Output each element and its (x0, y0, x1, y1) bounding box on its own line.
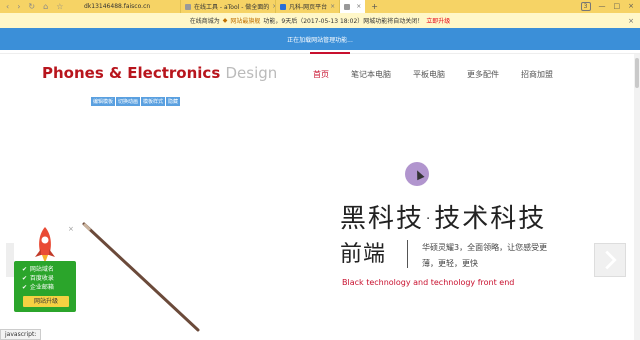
check-icon: ✔ (22, 275, 28, 282)
star-icon[interactable]: ☆ (56, 2, 63, 11)
notice-prefix: 在线商城为 (189, 18, 220, 25)
tab-atool[interactable]: 在线工具 - aTool - 做全面的 × (180, 0, 275, 13)
tab-favicon-icon (280, 3, 286, 10)
main-nav: 首页 笔记本电脑 平板电脑 更多配件 招商加盟 (302, 52, 564, 82)
notice-highlight: 网站最旗舰 (230, 18, 261, 25)
check-icon: ✔ (22, 266, 28, 273)
nav-item-tablets[interactable]: 平板电脑 (402, 68, 456, 82)
nav-label: 首页 (313, 70, 329, 79)
new-tab-button[interactable]: + (365, 2, 384, 11)
close-icon[interactable]: × (356, 3, 361, 10)
scrollbar-thumb[interactable] (635, 58, 639, 88)
edit-template-button[interactable]: 编辑模板 (91, 97, 116, 106)
tab-count-badge[interactable]: 3 (580, 2, 591, 11)
hero-english-tagline: Black technology and technology front en… (342, 278, 515, 287)
nav-label: 平板电脑 (413, 70, 445, 79)
back-icon[interactable]: ‹ (6, 2, 9, 11)
upgrade-feature-list: ✔ 网站域名 ✔ 百度收录 ✔ 企业邮箱 (22, 265, 54, 292)
feature-label: 网站域名 (29, 266, 54, 273)
notice-text: 功能，9天后（2017-05-13 18:02）网城功能将自动关闭！ (263, 18, 424, 25)
hero-divider (407, 240, 408, 268)
list-item: ✔ 百度收录 (22, 274, 54, 283)
upgrade-now-link[interactable]: 立即升级 (426, 16, 450, 25)
slider-next-button[interactable] (594, 243, 626, 277)
logo-main-text: Phones & Electronics (42, 64, 221, 82)
vip-icon: ◆ (222, 17, 228, 24)
site-logo[interactable]: Phones & Electronics Design (42, 64, 277, 82)
feature-label: 百度收录 (29, 275, 54, 282)
reload-icon[interactable]: ↻ (28, 2, 35, 11)
hide-button[interactable]: 隐藏 (166, 97, 181, 106)
loading-banner: 正在加载网站管理功能... (0, 28, 640, 50)
upgrade-notice-bar: 在线商城为 ◆ 网站最旗舰 功能，9天后（2017-05-13 18:02）网城… (0, 13, 640, 28)
close-icon[interactable]: × (628, 17, 634, 25)
list-item: ✔ 企业邮箱 (22, 283, 54, 292)
stylus-illustration (82, 222, 200, 332)
nav-label: 更多配件 (467, 70, 499, 79)
maximize-icon[interactable]: □ (614, 2, 621, 11)
close-window-icon[interactable]: × (628, 2, 634, 11)
forward-icon[interactable]: › (17, 2, 20, 11)
rocket-icon (35, 227, 55, 263)
home-icon[interactable]: ⌂ (43, 2, 48, 11)
nav-label: 笔记本电脑 (351, 70, 391, 79)
nav-item-home[interactable]: 首页 (302, 52, 350, 82)
tab-title: 凡科-网页平台 (289, 4, 328, 11)
tab-loading-icon (344, 3, 351, 10)
template-style-button[interactable]: 模板样式 (141, 97, 166, 106)
logo-suffix-text: Design (225, 64, 278, 82)
tab-current[interactable]: × (339, 0, 366, 13)
tab-title: 在线工具 - aTool - 做全面的 (194, 4, 270, 11)
nav-item-accessories[interactable]: 更多配件 (456, 68, 510, 82)
tab-faisco[interactable]: 凡科-网页平台 × (275, 0, 339, 13)
address-bar[interactable]: dk13146488.faisco.cn (80, 3, 180, 10)
hero-title: 黑科技·技术科技 (340, 204, 547, 234)
nav-label: 招商加盟 (521, 70, 553, 79)
switch-animation-button[interactable]: 切换动画 (116, 97, 141, 106)
close-icon[interactable]: × (68, 225, 74, 233)
page-scrollbar[interactable] (634, 54, 640, 340)
loading-text: 正在加载网站管理功能... (287, 36, 353, 44)
edit-toolbar: 编辑模板 切换动画 模板样式 隐藏 (91, 97, 181, 106)
hero-description: 华硕灵耀3，全面领略，让您感受更薄，更轻，更快 (422, 243, 548, 268)
nav-item-franchise[interactable]: 招商加盟 (510, 68, 564, 82)
hero-subtitle: 前端 (340, 242, 387, 267)
check-icon: ✔ (22, 284, 28, 291)
browser-nav-controls: ‹ › ↻ ⌂ ☆ (0, 2, 80, 11)
browser-tab-bar: ‹ › ↻ ⌂ ☆ dk13146488.faisco.cn 在线工具 - aT… (0, 0, 640, 13)
nav-item-laptops[interactable]: 笔记本电脑 (340, 68, 402, 82)
feature-label: 企业邮箱 (29, 284, 54, 291)
upgrade-widget: × ✔ 网站域名 ✔ 百度收录 ✔ 企业邮箱 网站升级 (14, 225, 76, 312)
window-controls: 3 — □ × (580, 2, 640, 11)
chevron-right-icon (605, 250, 617, 270)
close-icon[interactable]: × (330, 3, 335, 10)
tab-favicon-icon (185, 3, 191, 10)
slider-prev-button[interactable] (6, 243, 14, 277)
site-upgrade-button[interactable]: 网站升级 (23, 296, 69, 307)
nav-active-indicator (310, 52, 350, 54)
browser-status-bar: javascript: (0, 329, 42, 340)
list-item: ✔ 网站域名 (22, 265, 54, 274)
minimize-icon[interactable]: — (599, 2, 606, 11)
